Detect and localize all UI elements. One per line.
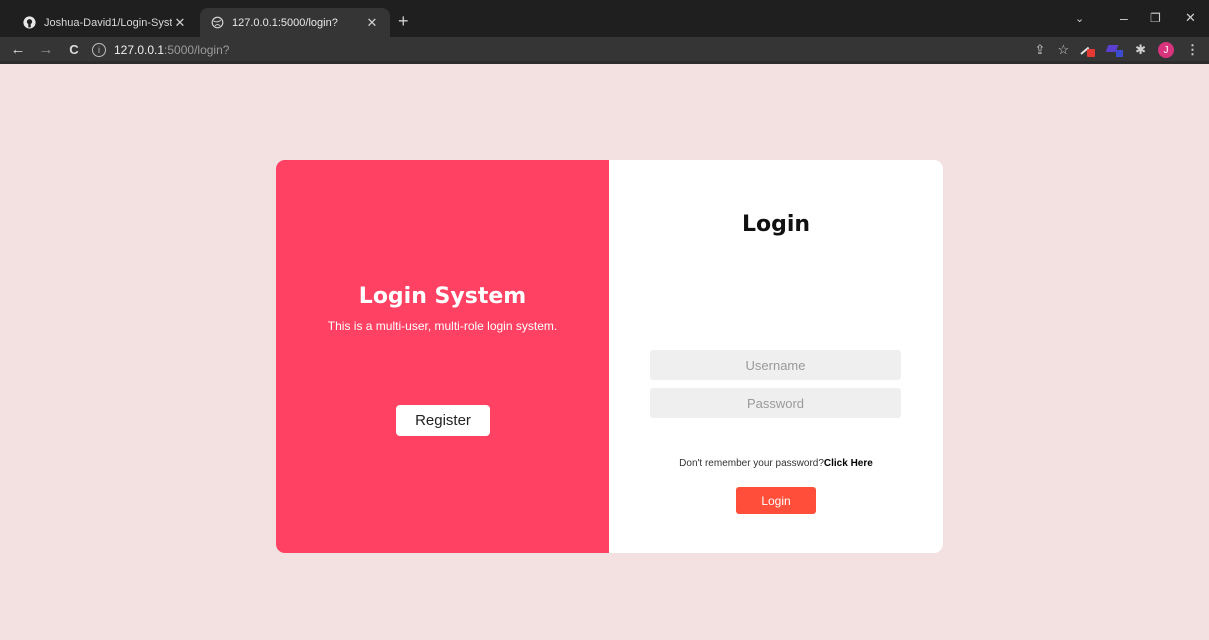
reload-icon[interactable]: C <box>64 42 84 57</box>
new-tab-button[interactable]: + <box>398 11 409 31</box>
login-heading: Login <box>741 212 811 237</box>
profile-avatar[interactable]: J <box>1158 42 1174 58</box>
extensions-puzzle-icon[interactable]: ✱ <box>1135 42 1146 58</box>
username-input[interactable] <box>650 350 901 380</box>
tab-login-page[interactable]: 127.0.0.1:5000/login? ✕ <box>200 8 390 37</box>
tab-search-icon[interactable]: ⌄ <box>1075 12 1084 25</box>
password-input[interactable] <box>650 388 901 418</box>
address-bar[interactable]: i 127.0.0.1:5000/login? <box>92 40 1052 60</box>
app-title: Login System <box>358 284 527 309</box>
browser-tab-bar: Joshua-David1/Login-System ✕ 127.0.0.1:5… <box>0 0 1209 37</box>
close-icon[interactable]: ✕ <box>172 15 188 31</box>
close-window-icon[interactable]: ✕ <box>1185 10 1196 26</box>
tab-title: Joshua-David1/Login-System <box>44 16 172 29</box>
tab-title: 127.0.0.1:5000/login? <box>232 16 338 29</box>
github-icon <box>22 16 36 30</box>
login-card: Login System This is a multi-user, multi… <box>276 160 943 553</box>
close-icon[interactable]: ✕ <box>364 15 380 31</box>
minimize-icon[interactable]: – <box>1120 10 1128 26</box>
intro-panel: Login System This is a multi-user, multi… <box>276 160 609 553</box>
app-description: This is a multi-user, multi-role login s… <box>327 319 558 333</box>
extension-purple-icon[interactable] <box>1107 43 1124 57</box>
site-info-icon[interactable]: i <box>92 43 106 57</box>
globe-icon <box>210 16 224 30</box>
toolbar-actions: ⇪ ☆ ✱ J ⋮ <box>1035 42 1199 58</box>
register-button[interactable]: Register <box>396 405 490 436</box>
forgot-password-link[interactable]: Click Here <box>824 458 873 469</box>
login-form-panel: Login Don't remember your password?Click… <box>609 160 943 553</box>
forgot-password-label: Don't remember your password? <box>679 458 824 469</box>
back-arrow-icon[interactable]: ← <box>8 41 28 58</box>
browser-toolbar: ← → C i 127.0.0.1:5000/login? ⇪ ☆ ✱ J ⋮ <box>0 37 1209 64</box>
login-button[interactable]: Login <box>736 487 816 514</box>
extension-pen-icon[interactable] <box>1081 43 1096 57</box>
forward-arrow-icon[interactable]: → <box>36 41 56 58</box>
share-icon[interactable]: ⇪ <box>1035 42 1046 58</box>
tab-github[interactable]: Joshua-David1/Login-System ✕ <box>12 8 198 37</box>
bookmark-star-icon[interactable]: ☆ <box>1057 42 1069 58</box>
menu-kebab-icon[interactable]: ⋮ <box>1186 42 1199 58</box>
url-path: :5000/login? <box>164 43 230 57</box>
url-host: 127.0.0.1 <box>114 43 165 57</box>
forgot-password-text: Don't remember your password?Click Here <box>609 458 943 469</box>
restore-icon[interactable]: ❐ <box>1150 11 1161 25</box>
